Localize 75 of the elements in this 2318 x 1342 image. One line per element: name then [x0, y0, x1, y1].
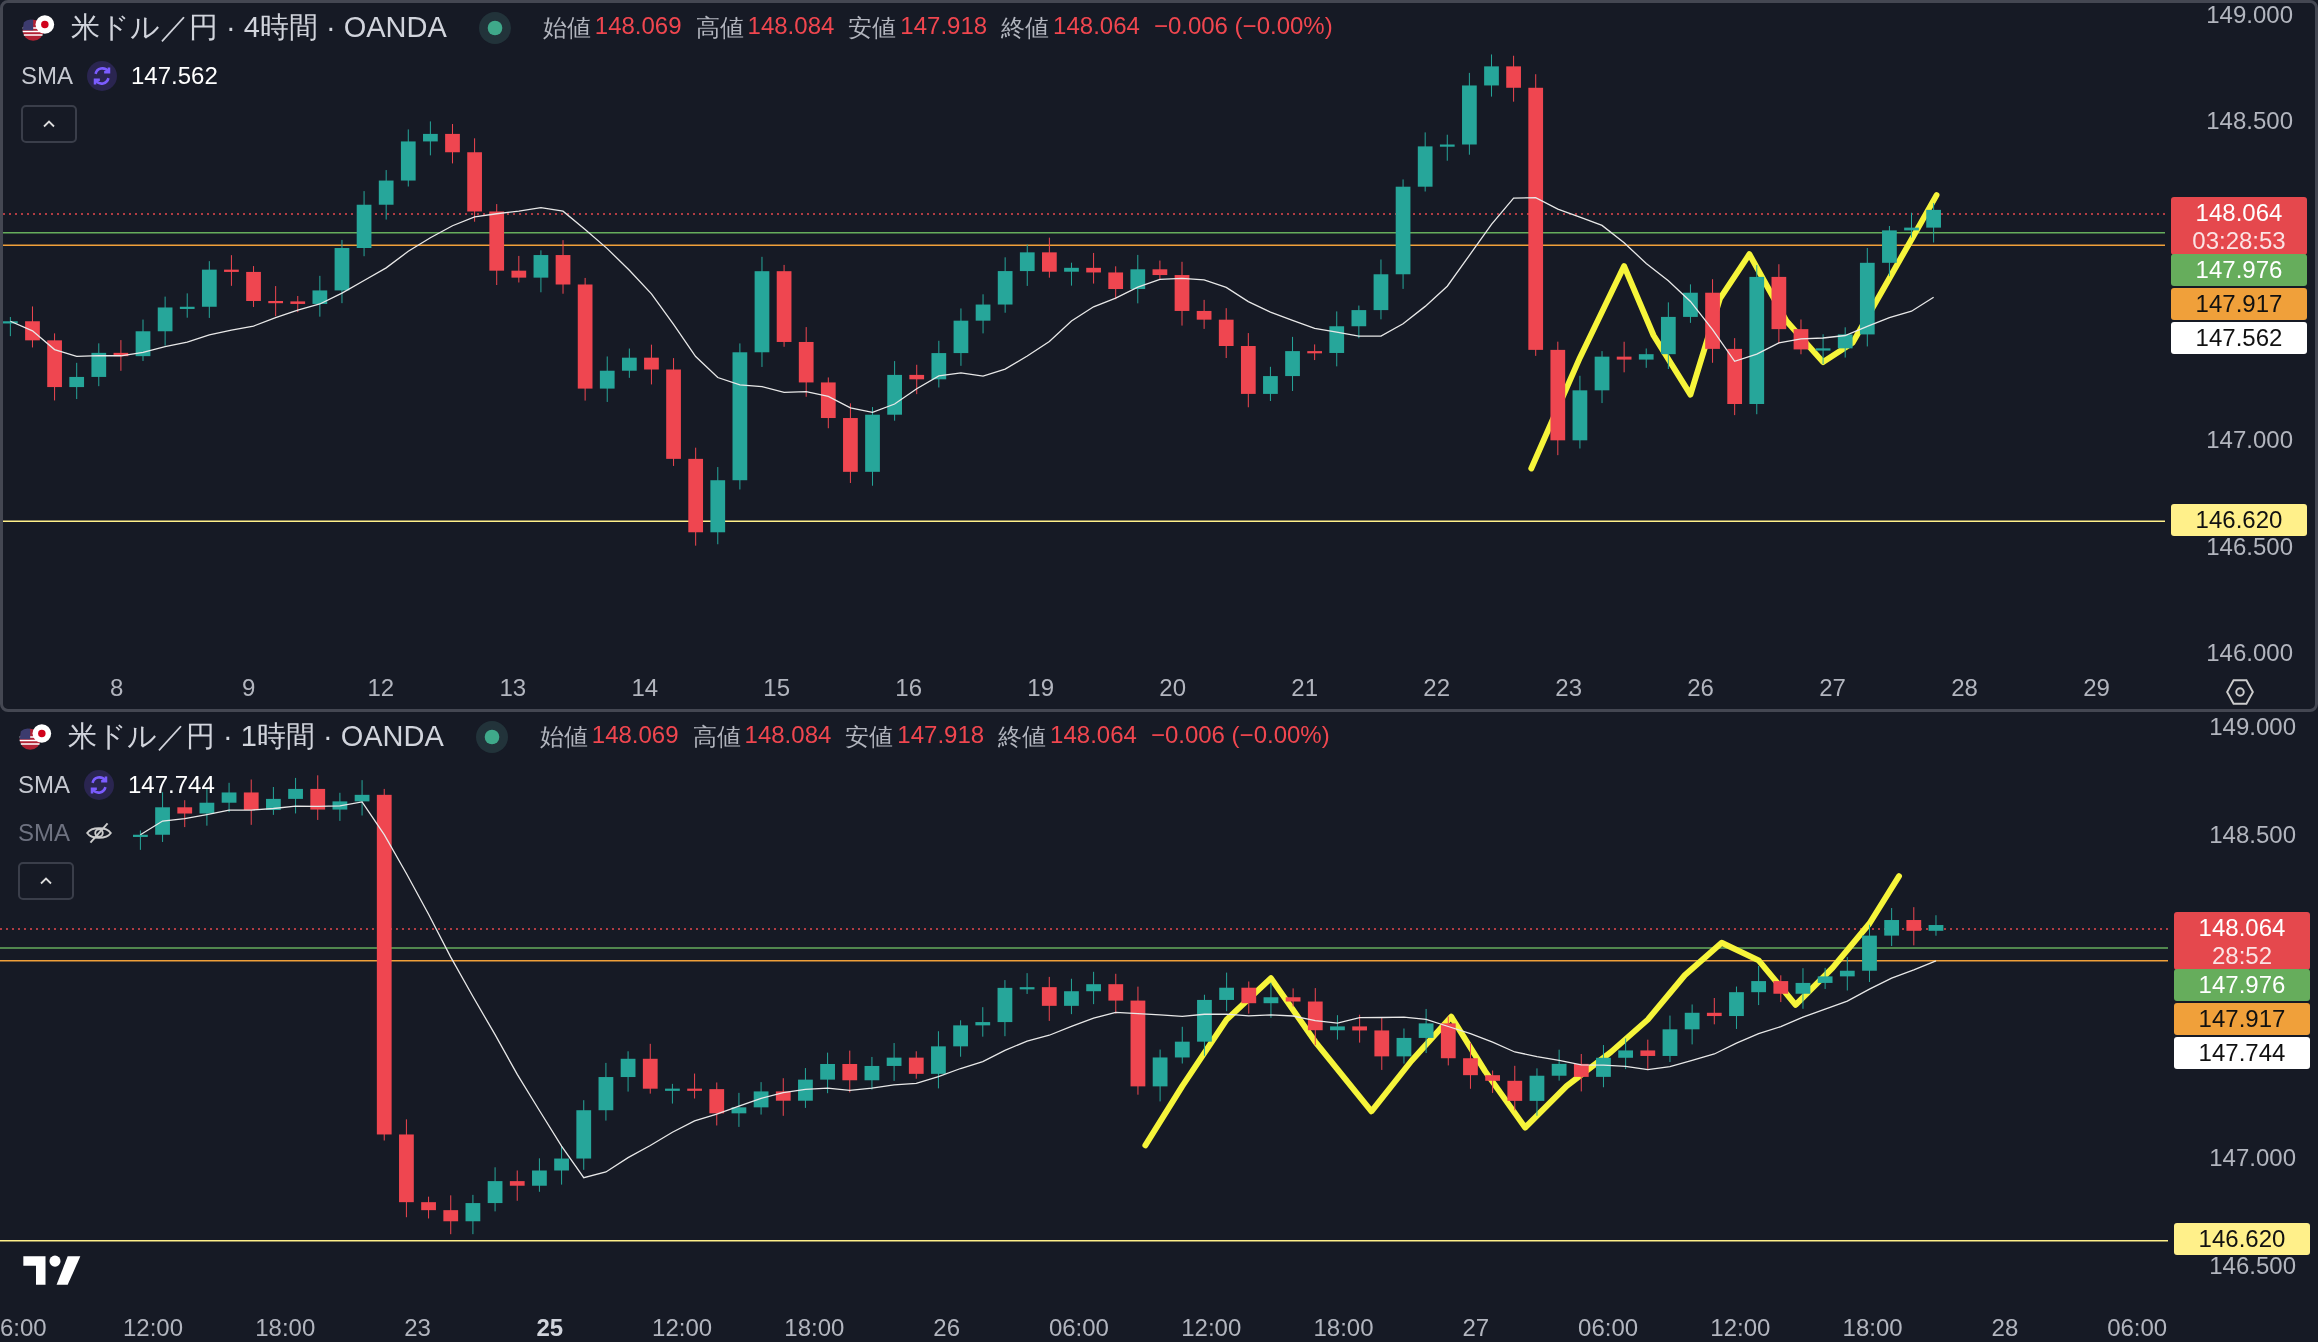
time-axis-label: 18:00 — [1842, 1314, 1903, 1342]
ohlc-value: 148.064 — [1050, 721, 1137, 750]
time-axis-label: 25 — [536, 1314, 564, 1342]
price-value: 147.917 — [2195, 289, 2283, 320]
time-axis-label: 18:00 — [1313, 1314, 1374, 1342]
time-axis-label: 29 — [2083, 674, 2110, 702]
time-axis-label: 06:00 — [2107, 1314, 2168, 1342]
ohlc-label: 安値 — [845, 722, 894, 752]
ohlc-label: 終値 — [998, 722, 1047, 752]
price-value: 147.744 — [2198, 1037, 2286, 1068]
time-axis-label: 20 — [1159, 674, 1187, 702]
ohlc-label: 高値 — [695, 13, 744, 43]
price-axis-label: 149.000 — [2209, 712, 2296, 742]
time-axis-label: 28 — [1991, 1314, 2019, 1342]
time-axis-label: 26 — [1687, 674, 1714, 702]
price-axis-label: 149.000 — [2206, 3, 2293, 30]
ohlc-label: 高値 — [692, 722, 741, 752]
time-axis-label: 06:00 — [1578, 1314, 1639, 1342]
indicator-value: 147.744 — [128, 771, 215, 799]
price-value: 147.917 — [2198, 1003, 2286, 1034]
indicator-label[interactable]: SMA — [21, 62, 73, 90]
time-axis-label: 23 — [1555, 674, 1582, 702]
ohlc-label: 始値 — [539, 722, 588, 752]
countdown-timer: 03:28:53 — [2192, 229, 2286, 256]
time-axis-label: 14 — [631, 674, 659, 702]
ohlc-label: 安値 — [848, 13, 897, 43]
time-axis-label: 12:00 — [1181, 1314, 1242, 1342]
time-axis-label: 22 — [1423, 674, 1450, 702]
ohlc-label: 始値 — [542, 13, 591, 43]
ohlc-value: 148.084 — [747, 12, 835, 41]
price-axis-label: 147.000 — [2206, 425, 2293, 456]
time-axis-label: 12:00 — [122, 1314, 183, 1342]
time-axis-label: 06:00 — [1048, 1314, 1109, 1342]
time-axis-label: 28 — [1951, 674, 1978, 702]
price-axis-label: 148.500 — [2206, 106, 2293, 137]
symbol-title: 米ドル／円 · 1時間 · OANDA — [68, 719, 444, 754]
ohlc-value: 148.064 — [1053, 12, 1140, 41]
price-value: 147.562 — [2195, 323, 2283, 354]
indicator-value: 147.562 — [131, 62, 218, 90]
time-axis-label: 12:00 — [1710, 1314, 1771, 1342]
time-axis-label: 13 — [499, 674, 527, 702]
price-value: 148.064 — [2198, 912, 2286, 943]
time-axis-label: 18:00 — [784, 1314, 845, 1342]
price-value: 147.976 — [2198, 969, 2286, 1000]
time-axis-label: 6:00 — [0, 1314, 47, 1342]
time-axis-label: 15 — [763, 674, 791, 702]
price-value: 147.976 — [2195, 255, 2283, 286]
ohlc-value: 148.084 — [744, 721, 832, 750]
time-axis-label: 19 — [1027, 674, 1055, 702]
time-axis-label: 9 — [242, 674, 256, 702]
price-change: −0.006 (−0.00%) — [1153, 12, 1333, 41]
time-axis-label: 12 — [367, 674, 395, 702]
price-axis-label: 146.000 — [2206, 638, 2293, 668]
ohlc-value: 148.069 — [591, 721, 679, 750]
price-value: 148.064 — [2195, 198, 2283, 229]
time-axis-label: 18:00 — [255, 1314, 316, 1342]
time-axis-label: 8 — [110, 674, 124, 702]
price-axis-label: 147.000 — [2209, 1143, 2296, 1174]
time-axis-label: 16 — [895, 674, 923, 702]
time-axis-label: 21 — [1291, 674, 1318, 702]
ohlc-label: 終値 — [1001, 13, 1050, 43]
time-axis-label: 26 — [933, 1314, 960, 1342]
price-change: −0.006 (−0.00%) — [1150, 721, 1330, 750]
symbol-title: 米ドル／円 · 4時間 · OANDA — [71, 10, 447, 45]
time-axis-label: 12:00 — [652, 1314, 713, 1342]
ohlc-value: 148.069 — [594, 12, 682, 41]
time-axis-label: 27 — [1819, 674, 1846, 702]
time-axis-label: 23 — [404, 1314, 431, 1342]
price-axis-label: 148.500 — [2209, 819, 2296, 850]
countdown-timer: 28:52 — [2211, 943, 2273, 970]
ohlc-value: 147.918 — [900, 12, 988, 41]
indicator-label[interactable]: SMA — [18, 819, 70, 847]
indicator-label[interactable]: SMA — [18, 771, 70, 799]
ohlc-value: 147.918 — [897, 721, 985, 750]
time-axis-label: 27 — [1462, 1314, 1490, 1342]
